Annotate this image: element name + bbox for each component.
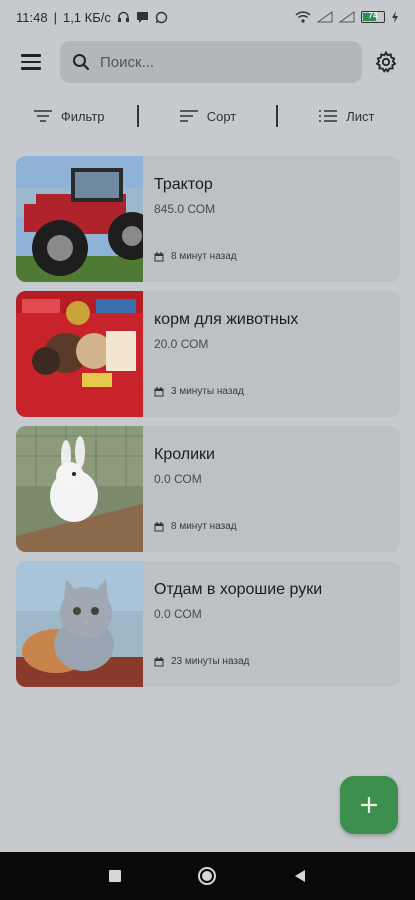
filter-label: Фильтр xyxy=(60,108,105,124)
signal-icon-2 xyxy=(339,11,355,23)
recents-icon[interactable] xyxy=(108,869,122,883)
listing-image-tractor xyxy=(16,156,143,282)
listing-price: 0.0 СОМ xyxy=(154,472,202,486)
listing-title: Кролики xyxy=(154,446,215,463)
calendar-icon xyxy=(154,386,164,396)
listing-price: 0.0 СОМ xyxy=(154,607,202,621)
listing-title: корм для животных xyxy=(154,311,299,328)
listing-image-rabbit xyxy=(16,426,143,552)
settings-button[interactable] xyxy=(371,47,401,77)
hamburger-icon xyxy=(21,54,41,57)
charging-icon xyxy=(392,11,398,23)
list-view-button[interactable]: Лист xyxy=(278,96,415,136)
filter-bar: Фильтр Сорт Лист xyxy=(0,96,415,136)
network-speed: 1,1 КБ/с xyxy=(62,9,111,25)
listing-time: 3 минуты назад xyxy=(154,386,244,397)
listing-image-kitten xyxy=(16,561,143,687)
gear-icon xyxy=(375,50,397,73)
listing-card[interactable]: Трактор 845.0 СОМ 8 минут назад xyxy=(16,156,400,282)
list-label: Лист xyxy=(346,108,375,124)
listing-time: 8 минут назад xyxy=(154,251,237,262)
calendar-icon xyxy=(154,656,164,666)
listing-card[interactable]: корм для животных 20.0 СОМ 3 минуты наза… xyxy=(16,291,400,417)
calendar-icon xyxy=(154,521,164,531)
signal-icon xyxy=(317,11,333,23)
listing-title: Трактор xyxy=(154,176,213,193)
filter-icon xyxy=(33,110,52,122)
listing-card[interactable]: Отдам в хорошие руки 0.0 СОМ 23 минуты н… xyxy=(16,561,400,687)
sort-icon xyxy=(179,110,198,122)
listing-price: 845.0 СОМ xyxy=(154,202,216,216)
search-box[interactable] xyxy=(60,41,362,83)
wifi-icon xyxy=(295,11,311,23)
filter-button[interactable]: Фильтр xyxy=(0,96,137,136)
status-bar: 11:48 | 1,1 КБ/с 74 xyxy=(0,0,415,34)
battery-icon: 74 xyxy=(361,11,385,23)
whatsapp-icon xyxy=(155,11,168,23)
listing-card[interactable]: Кролики 0.0 СОМ 8 минут назад xyxy=(16,426,400,552)
back-icon[interactable] xyxy=(293,869,307,883)
app-bar xyxy=(0,34,415,90)
listing-title: Отдам в хорошие руки xyxy=(154,581,323,598)
listing-price: 20.0 СОМ xyxy=(154,337,209,351)
listing-image-animal-feed xyxy=(16,291,143,417)
headset-icon xyxy=(117,11,129,22)
plus-icon xyxy=(361,797,377,813)
calendar-icon xyxy=(154,251,164,261)
status-time: 11:48 xyxy=(16,9,48,25)
listing-list: Трактор 845.0 СОМ 8 минут назад корм для… xyxy=(16,156,400,696)
listing-time: 8 минут назад xyxy=(154,521,237,532)
message-icon xyxy=(136,12,148,23)
listing-time: 23 минуты назад xyxy=(154,656,249,667)
list-icon xyxy=(319,110,338,122)
system-nav-bar xyxy=(0,852,415,900)
menu-button[interactable] xyxy=(14,45,48,79)
search-icon xyxy=(73,54,90,71)
sort-label: Сорт xyxy=(206,108,237,124)
sort-button[interactable]: Сорт xyxy=(139,96,276,136)
home-icon[interactable] xyxy=(197,866,217,886)
search-input[interactable] xyxy=(100,53,330,71)
add-listing-button[interactable] xyxy=(340,776,398,834)
